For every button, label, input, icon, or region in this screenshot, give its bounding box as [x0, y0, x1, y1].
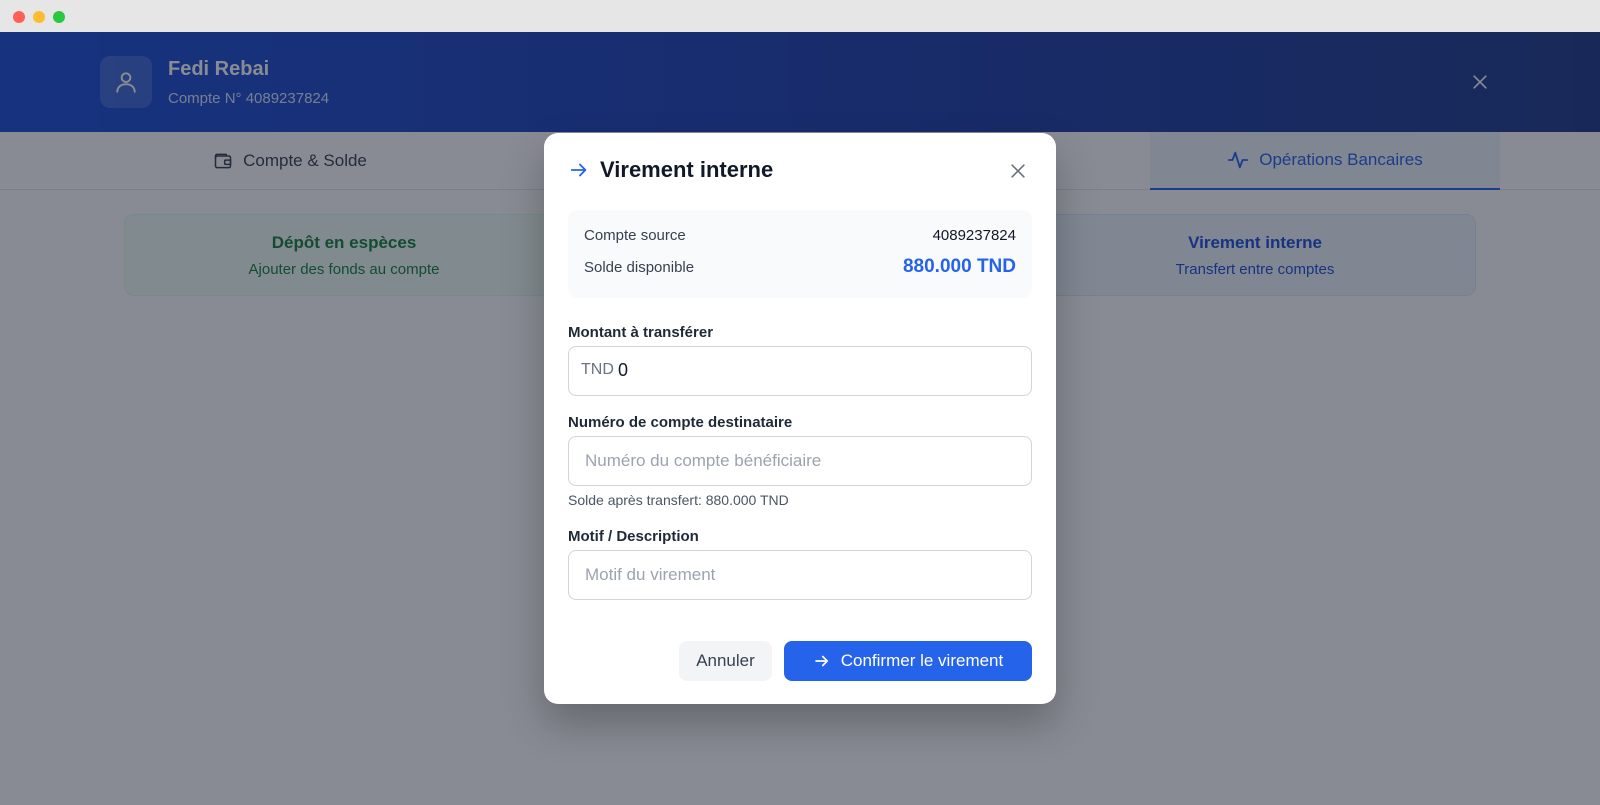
- available-balance-label: Solde disponible: [584, 259, 695, 276]
- balance-after-transfer: Solde après transfert: 880.000 TND: [568, 492, 789, 508]
- destination-account-field[interactable]: [568, 436, 1032, 486]
- motif-input[interactable]: [569, 551, 1031, 599]
- modal-close-button[interactable]: [1006, 159, 1030, 183]
- amount-label: Montant à transférer: [568, 324, 714, 341]
- available-balance-value: 880.000 TND: [902, 256, 1016, 277]
- destination-account-input[interactable]: [569, 437, 1031, 485]
- motif-label: Motif / Description: [568, 528, 699, 545]
- close-icon: [1011, 164, 1025, 178]
- window-close-button[interactable]: [13, 11, 25, 23]
- amount-input[interactable]: TND 0: [568, 346, 1032, 396]
- source-account-label: Compte source: [584, 227, 686, 244]
- window-maximize-button[interactable]: [53, 11, 65, 23]
- transfer-modal: Virement interne Compte source 408923782…: [544, 133, 1056, 704]
- arrow-right-icon: [814, 655, 828, 667]
- modal-header: Virement interne: [568, 157, 773, 183]
- motif-field[interactable]: [568, 550, 1032, 600]
- amount-value: 0: [618, 360, 629, 380]
- confirm-button-label: Confirmer le virement: [840, 651, 1004, 670]
- modal-title: Virement interne: [600, 157, 774, 182]
- window-titlebar: [0, 0, 1600, 32]
- destination-account-label: Numéro de compte destinataire: [568, 414, 793, 431]
- window-minimize-button[interactable]: [33, 11, 45, 23]
- source-account-info: Compte source 4089237824 Solde disponibl…: [568, 210, 1032, 298]
- source-account-value: 4089237824: [932, 227, 1016, 244]
- confirm-transfer-button[interactable]: Confirmer le virement: [784, 641, 1032, 681]
- cancel-button-label: Annuler: [696, 651, 755, 670]
- currency-prefix: TND: [581, 361, 614, 378]
- cancel-button[interactable]: Annuler: [679, 641, 772, 681]
- arrow-right-icon: [570, 163, 587, 177]
